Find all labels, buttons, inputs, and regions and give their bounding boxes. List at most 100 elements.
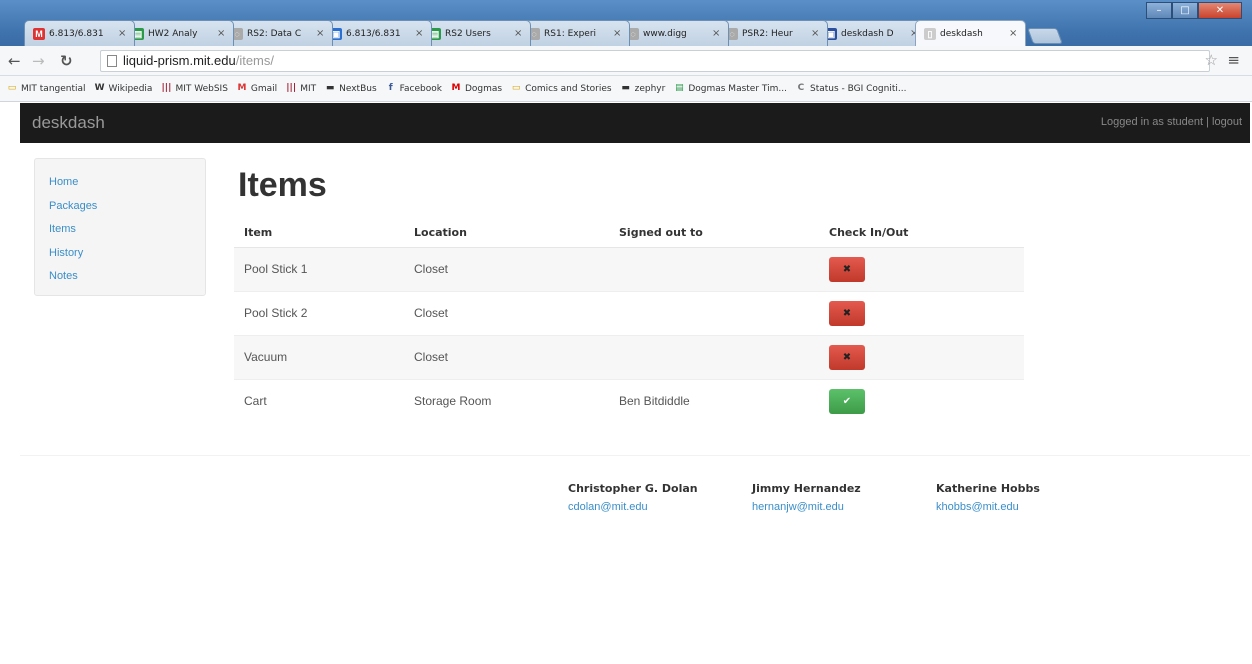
tab-close-icon[interactable]: × [118,28,128,39]
bookmark-label: MIT [300,83,317,94]
contact-email-link[interactable]: cdolan@mit.edu [568,501,698,513]
tab-close-icon[interactable]: × [217,28,227,39]
sidebar-item-items[interactable]: Items [49,218,205,242]
bookmark-item[interactable]: ||| MIT WebSIS [160,83,228,94]
browser-toolbar: ← → ↻ liquid-prism.mit.edu/items/ ☆ ≡ [0,46,1252,76]
contact-email-link[interactable]: hernanjw@mit.edu [752,501,861,513]
browser-tab[interactable]: ▣ 6.813/6.831 × [321,20,432,46]
bookmark-item[interactable]: C Status - BGI Cogniti... [795,83,907,94]
bookmark-item[interactable]: M Dogmas [450,83,502,94]
bookmark-item[interactable]: W Wikipedia [94,83,153,94]
bookmark-icon: f [388,83,393,93]
tab-close-icon[interactable]: × [316,28,326,39]
tab-title: RS2: Data C [247,28,302,39]
maximize-button[interactable]: □ [1172,2,1198,19]
item-name: Pool Stick 2 [234,290,404,335]
item-signed-out-to [609,290,819,335]
forward-arrow-icon[interactable]: → [32,52,45,70]
page-icon [107,55,117,67]
address-bar[interactable]: liquid-prism.mit.edu/items/ [100,50,1210,72]
bookmark-icon: W [94,83,105,93]
item-location: Closet [404,334,609,379]
tab-title: deskdash [940,28,983,39]
tab-close-icon[interactable]: × [1009,28,1019,39]
sidebar-nav: Home Packages Items History Notes [34,158,206,296]
sidebar-item-history[interactable]: History [49,242,205,266]
tab-close-icon[interactable]: × [712,28,722,39]
bookmark-star-icon[interactable]: ☆ [1205,51,1218,69]
tab-close-icon[interactable]: × [811,28,821,39]
close-window-button[interactable]: ✕ [1198,2,1242,19]
contact-name: Christopher G. Dolan [568,482,698,495]
tab-title: RS2 Users [445,28,491,39]
bookmark-item[interactable]: ||| MIT [285,83,316,94]
tab-title: 6.813/6.831 [346,28,401,39]
sidebar-item-packages[interactable]: Packages [49,195,205,219]
check-out-button[interactable]: ✔ [829,388,865,414]
bookmark-icon: M [451,83,461,93]
bookmark-label: MIT WebSIS [175,83,228,94]
bookmark-icon: M [237,83,247,93]
tab-title: PSR2: Heur [742,28,793,39]
item-name: Vacuum [234,334,404,379]
login-status[interactable]: Logged in as student | logout [1101,116,1242,128]
bookmark-icon: ▭ [7,83,17,93]
menu-icon[interactable]: ≡ [1227,51,1240,69]
contact-name: Jimmy Hernandez [752,482,861,495]
check-cell: ✖ [819,290,1024,335]
item-signed-out-to [609,246,819,291]
browser-tab[interactable]: ◌ PSR2: Heur × [717,20,828,46]
bookmark-item[interactable]: ▤ Dogmas Master Tim... [673,83,787,94]
brand-logo[interactable]: deskdash [32,113,105,133]
bookmark-label: Status - BGI Cogniti... [809,83,907,94]
bookmark-label: zephyr [634,83,666,94]
browser-tab[interactable]: M 6.813/6.831 × [24,20,135,46]
browser-tab[interactable]: ◌ RS1: Experi × [519,20,630,46]
app-navbar: deskdash Logged in as student | logout [20,103,1250,143]
sidebar-item-home[interactable]: Home [49,171,205,195]
browser-tab[interactable]: ◌ www.digg × [618,20,729,46]
browser-tab[interactable]: ▤ HW2 Analy × [123,20,234,46]
bookmark-item[interactable]: M Gmail [236,83,277,94]
browser-tab[interactable]: ▤ RS2 Users × [420,20,531,46]
check-in-button[interactable]: ✖ [829,256,865,282]
tab-close-icon[interactable]: × [613,28,623,39]
bookmarks-bar: ▭ MIT tangential W Wikipedia ||| MIT WebSIS M G… [0,76,1252,102]
url-path: /items/ [235,53,274,68]
bookmark-item[interactable]: ▬ NextBus [324,83,377,94]
tab-title: deskdash D [841,28,894,39]
new-tab-button[interactable] [1027,28,1063,44]
bookmark-item[interactable]: ▭ MIT tangential [6,83,86,94]
column-header-check-in-out: Check In/Out [819,218,1024,248]
bookmark-icon: C [797,83,805,93]
minimize-button[interactable]: – [1146,2,1172,19]
tab-close-icon[interactable]: × [514,28,524,39]
reload-icon[interactable]: ↻ [60,52,73,70]
back-arrow-icon[interactable]: ← [8,52,21,70]
bookmark-icon: ||| [161,83,172,93]
bookmark-icon: ▭ [511,83,521,93]
contact-dolan: Christopher G. Dolan cdolan@mit.edu [568,482,698,513]
check-cell: ✔ [819,378,1024,423]
browser-tab[interactable]: ◌ RS2: Data C × [222,20,333,46]
tab-favicon-icon: ▯ [924,27,936,40]
table-header-row: Item Location Signed out to Check In/Out [234,218,1024,248]
url-host: liquid-prism.mit.edu [123,53,236,68]
tab-close-icon[interactable]: × [415,28,425,39]
contact-hobbs: Katherine Hobbs khobbs@mit.edu [936,482,1040,513]
browser-tab[interactable]: ▯ deskdash × [915,20,1026,46]
check-in-button[interactable]: ✖ [829,300,865,326]
bookmark-label: Dogmas Master Tim... [688,83,787,94]
bookmark-item[interactable]: ▭ Comics and Stories [510,83,612,94]
bookmark-item[interactable]: f Facebook [385,83,442,94]
bookmark-label: Facebook [399,83,442,94]
bookmark-label: NextBus [339,83,377,94]
window-controls: – □ ✕ [1146,2,1242,19]
browser-tab[interactable]: ▣deskdash D× [816,20,927,46]
sidebar-item-notes[interactable]: Notes [49,265,205,289]
contact-email-link[interactable]: khobbs@mit.edu [936,501,1040,513]
tab-title: www.digg [643,28,687,39]
check-cell: ✖ [819,334,1024,379]
bookmark-item[interactable]: ▬ zephyr [620,83,666,94]
check-in-button[interactable]: ✖ [829,344,865,370]
